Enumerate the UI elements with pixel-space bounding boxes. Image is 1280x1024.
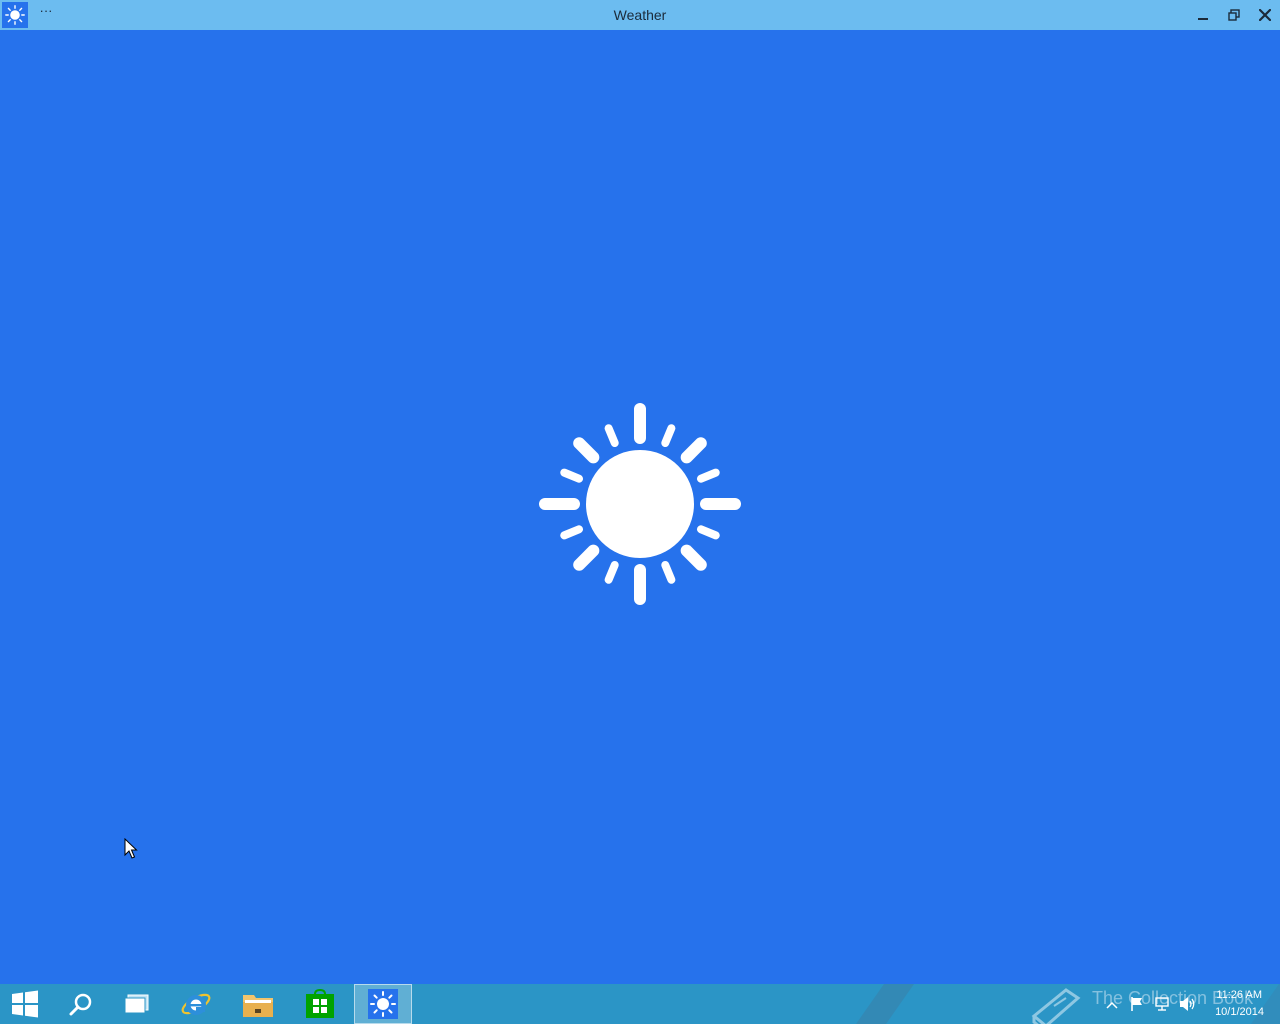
clock-date[interactable]: 10/1/2014 [1200, 1006, 1264, 1018]
start-button[interactable] [0, 984, 56, 1024]
sun-ray [573, 544, 600, 571]
internet-explorer-icon [181, 993, 211, 1015]
sun-ray [696, 525, 720, 540]
store-icon [306, 989, 334, 1018]
restore-icon [1228, 9, 1240, 21]
file-explorer-button[interactable] [230, 984, 286, 1024]
close-button[interactable] [1250, 0, 1280, 30]
sun-ray [604, 424, 619, 448]
store-button[interactable] [292, 984, 348, 1024]
taskbar-decoration [855, 984, 915, 1024]
sun-ray [573, 437, 600, 464]
flag-icon [1131, 997, 1142, 1011]
windows-logo-icon [12, 990, 38, 1018]
sun-ray [680, 544, 707, 571]
sun-ray [661, 424, 676, 448]
sun-ray [560, 468, 584, 483]
window-title: Weather [613, 7, 667, 23]
volume-icon [1180, 997, 1195, 1011]
weather-taskbar-button[interactable] [354, 984, 412, 1024]
sun-ray [604, 560, 619, 584]
sun-icon [539, 403, 741, 605]
search-button[interactable] [56, 984, 112, 1024]
clock-time[interactable]: 11:26 AM [1200, 989, 1262, 1001]
chevron-up-icon [1106, 1001, 1118, 1009]
internet-explorer-button[interactable] [170, 984, 226, 1024]
minimize-icon [1198, 18, 1208, 20]
taskbar: The Collection Book 11:26 AM 10/1/2014 [0, 984, 1280, 1024]
sun-icon [368, 989, 398, 1019]
search-icon [69, 993, 92, 1016]
task-view-icon [124, 994, 149, 1014]
sun-ray [560, 525, 584, 540]
network-button[interactable] [1152, 984, 1172, 1024]
sun-ray [661, 560, 676, 584]
network-icon [1155, 997, 1169, 1011]
sun-ray [696, 468, 720, 483]
title-bar[interactable]: ··· Weather [0, 0, 1280, 30]
app-menu-button[interactable]: ··· [38, 4, 54, 22]
close-icon [1259, 9, 1271, 21]
task-view-button[interactable] [112, 984, 168, 1024]
app-content [0, 30, 1280, 984]
folder-icon [243, 995, 273, 1017]
app-sun-icon[interactable] [2, 2, 28, 28]
volume-button[interactable] [1178, 984, 1198, 1024]
show-hidden-icons-button[interactable] [1104, 984, 1120, 1024]
action-center-button[interactable] [1128, 984, 1146, 1024]
minimize-button[interactable] [1188, 0, 1218, 30]
mouse-cursor-icon [124, 838, 138, 859]
restore-button[interactable] [1219, 0, 1249, 30]
book-icon [1031, 988, 1081, 1024]
sun-ray [680, 437, 707, 464]
